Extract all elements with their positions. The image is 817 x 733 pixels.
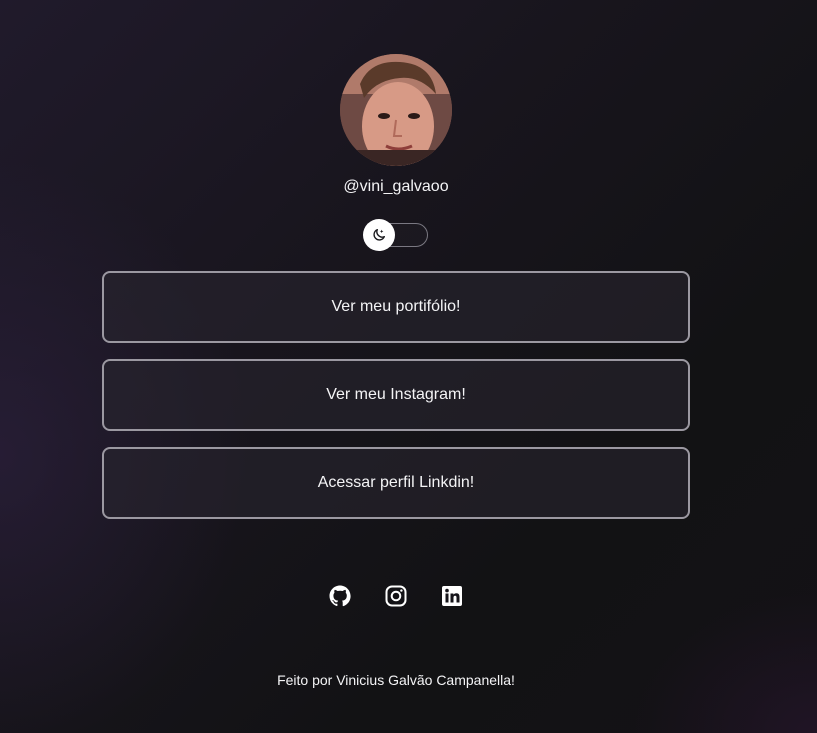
avatar [340, 54, 452, 166]
page-container: @vini_galvaoo Ver meu portifólio! Ver me… [0, 0, 817, 733]
profile-photo [340, 54, 452, 166]
portfolio-link-button[interactable]: Ver meu portifólio! [102, 271, 690, 343]
footer-credit: Feito por Vinicius Galvão Campanella! [277, 672, 515, 688]
github-icon [329, 585, 351, 607]
theme-toggle-knob[interactable] [363, 219, 395, 251]
social-icons [326, 583, 466, 609]
instagram-icon [385, 585, 407, 607]
linkedin-link-label: Acessar perfil Linkdin! [317, 474, 475, 491]
instagram-link[interactable] [383, 583, 409, 609]
linkedin-link-button[interactable]: Acessar perfil Linkdin! [102, 447, 690, 519]
instagram-link-button[interactable]: Ver meu Instagram! [102, 359, 690, 431]
instagram-link-label: Ver meu Instagram! [326, 386, 466, 403]
linkedin-icon [442, 586, 462, 606]
theme-toggle[interactable] [363, 219, 428, 251]
linkedin-link[interactable] [439, 583, 465, 609]
link-list: Ver meu portifólio! Ver meu Instagram! A… [102, 271, 690, 535]
username: @vini_galvaoo [343, 178, 449, 195]
github-link[interactable] [327, 583, 353, 609]
moon-icon [373, 229, 385, 241]
portfolio-link-label: Ver meu portifólio! [331, 298, 461, 315]
